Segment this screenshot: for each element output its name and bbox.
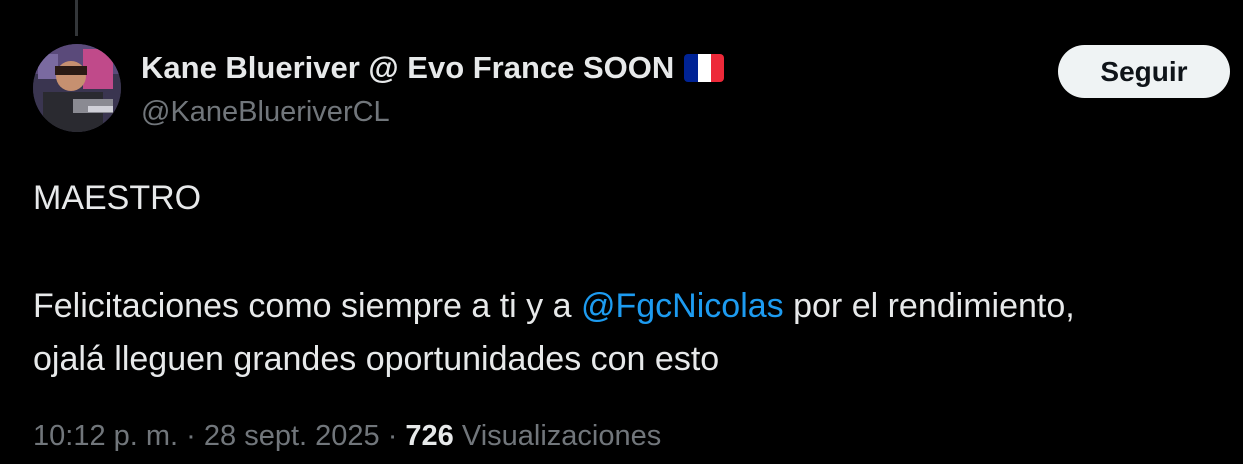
mention-link[interactable]: @FgcNicolas: [581, 287, 784, 325]
tweet-time[interactable]: 10:12 p. m.: [33, 420, 178, 452]
tweet-line-wishes: ojalá lleguen grandes oportunidades con …: [33, 340, 720, 378]
user-handle[interactable]: @KaneBlueriverCL: [141, 95, 390, 129]
tweet-meta: 10:12 p. m. · 28 sept. 2025 · 726 Visual…: [33, 418, 661, 454]
tweet-text: MAESTRO Felicitaciones como siempre a ti…: [33, 172, 1223, 386]
tweet-line-maestro: MAESTRO: [33, 179, 202, 217]
tweet-text-before-mention: Felicitaciones como siempre a ti y a: [33, 287, 581, 325]
views-label: Visualizaciones: [461, 420, 662, 452]
tweet-text-after-mention: por el rendimiento,: [783, 287, 1075, 325]
display-name-text[interactable]: Kane Blueriver @ Evo France SOON: [141, 50, 674, 86]
views-count: 726: [405, 420, 454, 452]
display-name[interactable]: Kane Blueriver @ Evo France SOON: [141, 50, 725, 86]
thread-connector-line: [75, 0, 78, 36]
avatar-image: [33, 44, 121, 132]
tweet-line-congrats: Felicitaciones como siempre a ti y a @Fg…: [33, 280, 1223, 333]
france-flag-icon: [684, 54, 725, 82]
meta-separator: ·: [178, 420, 204, 452]
follow-button[interactable]: Seguir: [1058, 45, 1230, 98]
meta-separator: ·: [379, 420, 406, 452]
avatar[interactable]: [33, 44, 121, 132]
tweet-date[interactable]: 28 sept. 2025: [204, 420, 380, 452]
